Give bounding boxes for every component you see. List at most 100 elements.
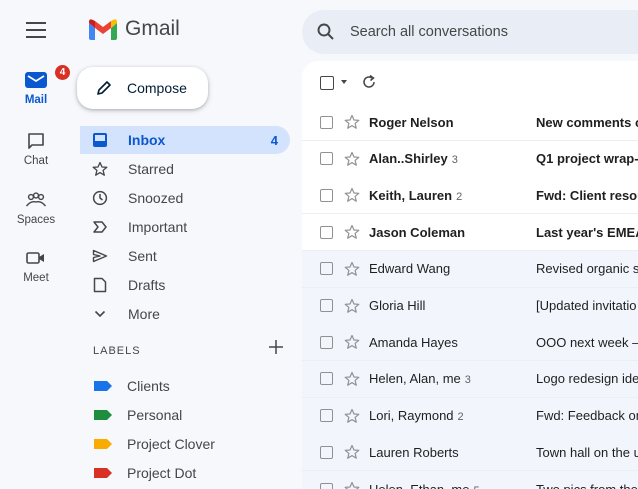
email-row[interactable]: Edward Wang Revised organic s [302, 250, 638, 288]
nav-item-sent[interactable]: Sent [80, 242, 290, 270]
thread-count: 3 [451, 154, 458, 167]
thread-count: 3 [464, 374, 471, 387]
star-icon[interactable] [344, 334, 360, 350]
nav-label-drafts: Drafts [128, 277, 166, 293]
star-icon[interactable] [344, 151, 360, 167]
compose-label: Compose [127, 80, 187, 96]
inbox-count: 4 [270, 132, 278, 148]
select-all-checkbox[interactable] [320, 76, 334, 90]
row-checkbox[interactable] [320, 445, 333, 459]
label-item-clients[interactable]: Clients [80, 372, 290, 400]
row-checkbox[interactable] [320, 299, 333, 312]
nav-item-inbox[interactable]: Inbox 4 [80, 126, 290, 154]
label-text: Personal [127, 407, 183, 423]
row-checkbox[interactable] [320, 152, 333, 166]
meet-icon [26, 252, 44, 264]
refresh-icon[interactable] [361, 74, 377, 90]
email-sender: Edward Wang [369, 261, 524, 276]
star-icon[interactable] [344, 261, 360, 277]
email-row[interactable]: Jason Coleman Last year's EMEA [302, 214, 638, 252]
email-row[interactable]: Helen, Ethan, me5 Two pics from the [302, 471, 638, 489]
thread-count: 2 [457, 411, 464, 424]
email-sender: Jason Coleman [369, 225, 524, 240]
star-icon[interactable] [344, 444, 360, 460]
label-item-personal[interactable]: Personal [80, 401, 290, 429]
sender-name: Jason Coleman [369, 224, 466, 240]
compose-button[interactable]: Compose [77, 67, 208, 109]
email-row[interactable]: Roger Nelson New comments o [302, 104, 638, 141]
rail-item-meet[interactable]: Meet [0, 244, 72, 284]
nav-item-more[interactable]: More [80, 300, 290, 328]
star-icon[interactable] [344, 481, 360, 489]
email-row[interactable]: Helen, Alan, me 3 Logo redesign ide [302, 360, 638, 398]
star-icon[interactable] [344, 298, 360, 314]
label-tag-icon [94, 410, 112, 420]
nav-item-drafts[interactable]: Drafts [80, 271, 290, 299]
chevron-down-icon [94, 310, 106, 318]
email-sender: Alan..Shirley 3 [369, 151, 524, 166]
sender-name: Edward Wang [369, 261, 451, 277]
label-text: Clients [127, 378, 170, 394]
mail-icon [25, 72, 47, 88]
sender-name: Helen, Alan, me [369, 371, 461, 387]
inbox-icon [93, 133, 107, 147]
label-text: Project Clover [127, 436, 215, 452]
sender-name: Amanda Hayes [369, 334, 458, 350]
app-name: Gmail [125, 17, 180, 40]
email-row[interactable]: Amanda Hayes OOO next week — [302, 324, 638, 362]
nav-item-starred[interactable]: Starred [80, 155, 290, 183]
email-row[interactable]: Keith, Lauren 2 Fwd: Client resou [302, 177, 638, 215]
rail-item-mail[interactable]: 4 Mail [0, 64, 72, 106]
row-checkbox[interactable] [320, 335, 333, 349]
sender-name: Roger Nelson [369, 114, 454, 130]
rail-label-meet: Meet [23, 272, 49, 284]
email-sender: Helen, Ethan, me5 [369, 482, 524, 489]
email-sender: Gloria Hill [369, 298, 524, 313]
email-row[interactable]: Alan..Shirley 3 Q1 project wrap-u [302, 140, 638, 178]
email-row[interactable]: Lauren Roberts Town hall on the u [302, 434, 638, 472]
star-icon[interactable] [344, 224, 360, 240]
row-checkbox[interactable] [320, 188, 333, 202]
email-subject: Fwd: Client resou [536, 187, 638, 203]
nav-item-snoozed[interactable]: Snoozed [80, 184, 290, 212]
email-subject: New comments o [536, 114, 638, 130]
thread-count: 5 [473, 485, 479, 489]
label-item-project-dot[interactable]: Project Dot [80, 459, 290, 487]
rail-label-spaces: Spaces [16, 214, 56, 226]
email-row[interactable]: Lori, Raymond 2 Fwd: Feedback on [302, 397, 638, 435]
star-icon[interactable] [344, 114, 360, 130]
row-checkbox[interactable] [320, 262, 333, 276]
nav-item-important[interactable]: Important [80, 213, 290, 241]
email-subject: Logo redesign ide [536, 371, 638, 387]
row-checkbox[interactable] [320, 372, 333, 386]
sender-name: Helen, Ethan, me [369, 481, 470, 489]
star-icon[interactable] [344, 408, 360, 424]
email-sender: Keith, Lauren 2 [369, 188, 524, 203]
chat-icon [28, 133, 44, 149]
gmail-m-icon [89, 18, 117, 40]
add-label-button[interactable] [266, 337, 286, 357]
email-row[interactable]: Gloria Hill [Updated invitatio [302, 287, 638, 325]
email-subject: Town hall on the u [536, 444, 638, 460]
rail-item-spaces[interactable]: Spaces [0, 186, 72, 226]
row-checkbox[interactable] [320, 409, 333, 423]
search-bar[interactable]: Search all conversations [302, 10, 638, 54]
email-sender: Helen, Alan, me 3 [369, 371, 524, 386]
nav-label-more: More [128, 306, 160, 322]
email-subject: Fwd: Feedback on [536, 408, 638, 424]
select-options-caret-icon[interactable] [341, 80, 347, 84]
nav-label-snoozed: Snoozed [128, 190, 184, 206]
main-menu-icon[interactable] [26, 22, 46, 38]
rail-item-chat[interactable]: Chat [0, 127, 72, 167]
label-item-project-clover[interactable]: Project Clover [80, 430, 290, 458]
star-icon[interactable] [344, 371, 360, 387]
sender-name: Lauren Roberts [369, 444, 459, 460]
row-checkbox[interactable] [320, 225, 333, 239]
email-sender: Roger Nelson [369, 115, 524, 130]
row-checkbox[interactable] [320, 482, 333, 489]
row-checkbox[interactable] [320, 115, 333, 129]
gmail-logo[interactable]: Gmail [89, 17, 180, 41]
important-icon [93, 221, 107, 233]
search-placeholder: Search all conversations [350, 24, 508, 40]
star-icon[interactable] [344, 187, 360, 203]
